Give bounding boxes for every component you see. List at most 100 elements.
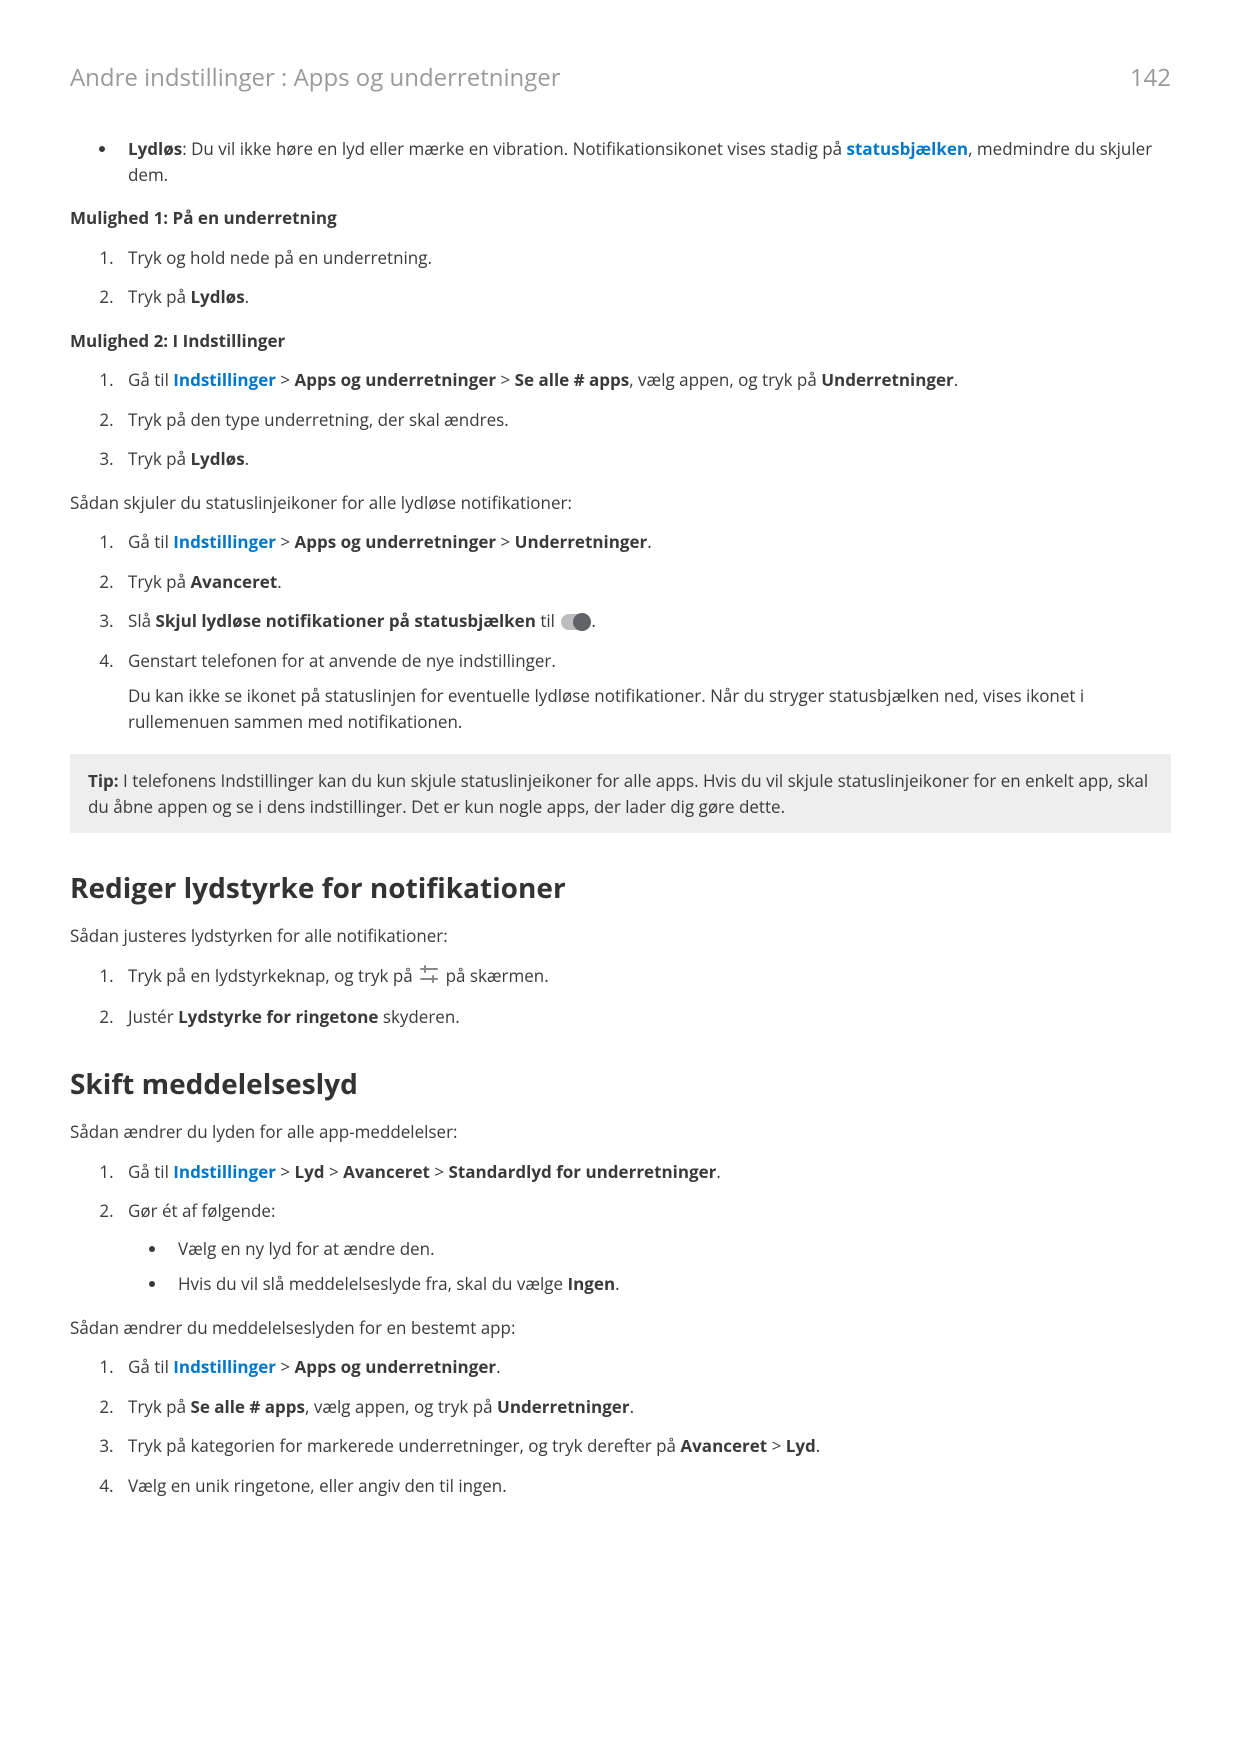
sound-intro2: Sådan ændrer du meddelelseslyden for en … [70, 1315, 1171, 1341]
text: Gå til [128, 1355, 173, 1378]
text: . [591, 609, 595, 632]
option1-steps: Tryk og hold nede på en underretning. Tr… [70, 245, 1171, 310]
bold: Se alle # apps [515, 368, 630, 391]
text: . [245, 447, 249, 470]
list-item: Lydløs: Du vil ikke høre en lyd eller mæ… [118, 136, 1171, 187]
option1-heading: Mulighed 1: På en underretning [70, 205, 1171, 231]
text: . [716, 1160, 720, 1183]
step: Gå til Indstillinger > Lyd > Avanceret >… [118, 1159, 1171, 1185]
step: Tryk på den type underretning, der skal … [118, 407, 1171, 433]
text: Hvis du vil slå meddelelseslyde fra, ska… [178, 1272, 568, 1295]
text: Tryk på [128, 1395, 190, 1418]
intro-bullet-list: Lydløs: Du vil ikke høre en lyd eller mæ… [70, 136, 1171, 187]
step: Tryk på kategorien for markerede underre… [118, 1433, 1171, 1459]
tip-text: I telefonens Indstillinger kan du kun sk… [88, 769, 1148, 818]
text: Justér [128, 1005, 178, 1028]
text: Gå til [128, 530, 173, 553]
text: > [496, 368, 515, 391]
bold: Ingen [568, 1272, 616, 1295]
option2-heading: Mulighed 2: I Indstillinger [70, 328, 1171, 354]
toggle-on-icon [561, 614, 589, 630]
step: Gå til Indstillinger > Apps og underretn… [118, 529, 1171, 555]
step: Tryk på en lydstyrkeknap, og tryk på på … [118, 963, 1171, 990]
text: > [276, 530, 295, 553]
nested-list: Vælg en ny lyd for at ændre den. Hvis du… [128, 1236, 1171, 1297]
step: Vælg en unik ringetone, eller angiv den … [118, 1473, 1171, 1499]
step: Slå Skjul lydløse notifikationer på stat… [118, 608, 1171, 634]
breadcrumb-title: Andre indstillinger : Apps og underretni… [70, 60, 561, 96]
page-number: 142 [1130, 60, 1171, 96]
text: til [536, 609, 559, 632]
sound-intro1: Sådan ændrer du lyden for alle app-medde… [70, 1119, 1171, 1145]
link-indstillinger[interactable]: Indstillinger [173, 1355, 276, 1378]
text: Tryk på [128, 570, 190, 593]
bold: Avanceret [680, 1434, 767, 1457]
text: . [277, 570, 281, 593]
text: Du kan ikke se ikonet på statuslinjen fo… [128, 683, 1171, 734]
section-volume-title: Rediger lydstyrke for notifikationer [70, 867, 1171, 909]
text: > [496, 530, 515, 553]
text: Tryk på kategorien for markerede underre… [128, 1434, 680, 1457]
text: , vælg appen, og tryk på [629, 368, 821, 391]
text: Tryk på en lydstyrkeknap, og tryk på [128, 964, 417, 987]
link-indstillinger[interactable]: Indstillinger [173, 368, 276, 391]
text: Gå til [128, 1160, 173, 1183]
bold: Se alle # apps [190, 1395, 305, 1418]
link-indstillinger[interactable]: Indstillinger [173, 1160, 276, 1183]
list-item: Hvis du vil slå meddelelseslyde fra, ska… [168, 1271, 1171, 1297]
step: Gå til Indstillinger > Apps og underretn… [118, 1354, 1171, 1380]
bold: Standardlyd for underretninger [448, 1160, 716, 1183]
tip-box: Tip: I telefonens Indstillinger kan du k… [70, 754, 1171, 833]
bold: Underretninger [821, 368, 954, 391]
page-header: Andre indstillinger : Apps og underretni… [70, 60, 1171, 96]
bold: Lydstyrke for ringetone [178, 1005, 378, 1028]
text: > [767, 1434, 786, 1457]
bold: Underretninger [515, 530, 648, 553]
step: Tryk på Lydløs. [118, 284, 1171, 310]
bold-lydlos: Lydløs [190, 447, 244, 470]
link-indstillinger[interactable]: Indstillinger [173, 530, 276, 553]
text: Gør ét af følgende: [128, 1199, 275, 1222]
text: . [496, 1355, 500, 1378]
option2-steps: Gå til Indstillinger > Apps og underretn… [70, 367, 1171, 472]
bold: Avanceret [190, 570, 277, 593]
bold: Underretninger [497, 1395, 630, 1418]
bold: Apps og underretninger [295, 1355, 497, 1378]
text: > [325, 1160, 344, 1183]
text: > [276, 1160, 295, 1183]
hide-steps: Gå til Indstillinger > Apps og underretn… [70, 529, 1171, 734]
step: Tryk på Se alle # apps, vælg appen, og t… [118, 1394, 1171, 1420]
step: Tryk på Lydløs. [118, 446, 1171, 472]
step: Genstart telefonen for at anvende de nye… [118, 648, 1171, 735]
text: , vælg appen, og tryk på [305, 1395, 497, 1418]
text: skyderen. [378, 1005, 459, 1028]
link-statusbjaelken[interactable]: statusbjælken [847, 137, 969, 160]
bold: Apps og underretninger [295, 368, 497, 391]
step: Gå til Indstillinger > Apps og underretn… [118, 367, 1171, 393]
bold: Skjul lydløse notifikationer på statusbj… [155, 609, 535, 632]
text: . [245, 285, 249, 308]
text: > [276, 1355, 295, 1378]
tip-label: Tip: [88, 769, 119, 792]
bold-lydlos: Lydløs [190, 285, 244, 308]
text: > [276, 368, 295, 391]
step: Gør ét af følgende: Vælg en ny lyd for a… [118, 1198, 1171, 1297]
sliders-icon [419, 964, 439, 990]
bold: Lyd [295, 1160, 325, 1183]
text: . [954, 368, 958, 391]
sound-steps-app: Gå til Indstillinger > Apps og underretn… [70, 1354, 1171, 1498]
step: Justér Lydstyrke for ringetone skyderen. [118, 1004, 1171, 1030]
hide-intro: Sådan skjuler du statuslinjeikoner for a… [70, 490, 1171, 516]
text: . [816, 1434, 820, 1457]
volume-intro: Sådan justeres lydstyrken for alle notif… [70, 923, 1171, 949]
step: Tryk og hold nede på en underretning. [118, 245, 1171, 271]
text: Genstart telefonen for at anvende de nye… [128, 649, 556, 672]
text: Slå [128, 609, 155, 632]
bold: Apps og underretninger [295, 530, 497, 553]
volume-steps: Tryk på en lydstyrkeknap, og tryk på på … [70, 963, 1171, 1030]
label-lydlos: Lydløs [128, 137, 182, 160]
text: . [647, 530, 651, 553]
text: > [430, 1160, 449, 1183]
list-item: Vælg en ny lyd for at ændre den. [168, 1236, 1171, 1262]
text: . [630, 1395, 634, 1418]
